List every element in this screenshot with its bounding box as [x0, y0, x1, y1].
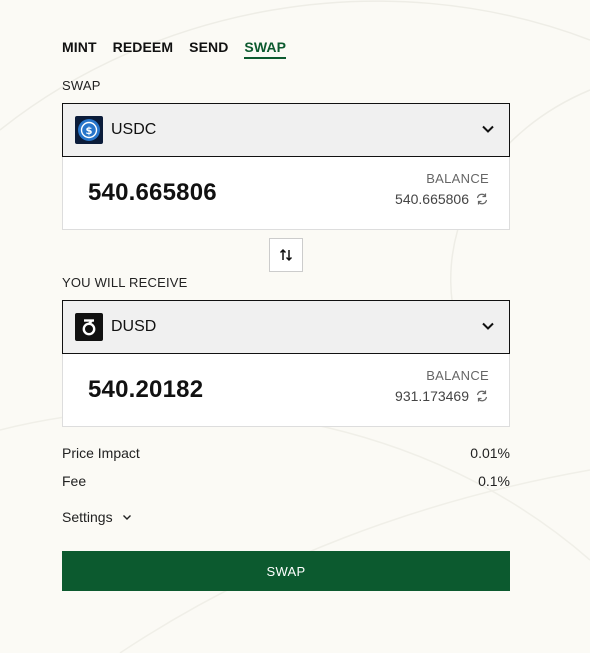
settings-toggle[interactable]: Settings [62, 509, 133, 525]
to-balance-label: BALANCE [426, 368, 489, 383]
to-amount-value: 540.20182 [88, 376, 204, 403]
to-token-select[interactable]: DUSD [62, 300, 510, 354]
tab-redeem[interactable]: REDEEM [113, 39, 174, 59]
price-impact-row: Price Impact 0.01% [62, 445, 510, 461]
tab-swap[interactable]: SWAP [244, 39, 287, 59]
dusd-logo-icon [75, 313, 103, 341]
to-section-label: YOU WILL RECEIVE [62, 275, 188, 290]
to-balance-value: 931.173469 [395, 388, 469, 404]
tab-mint[interactable]: MINT [62, 39, 97, 59]
price-impact-label: Price Impact [62, 445, 140, 461]
settings-label: Settings [62, 509, 113, 525]
from-amount-box: 540.665806 BALANCE 540.665806 [62, 157, 510, 230]
to-token-name: DUSD [111, 318, 157, 335]
swap-arrows-icon [279, 248, 293, 262]
fee-value: 0.1% [478, 473, 510, 489]
from-token-select[interactable]: $ USDC [62, 103, 510, 157]
to-balance-row: 931.173469 [395, 388, 489, 404]
chevron-down-icon [122, 515, 131, 520]
swap-button[interactable]: SWAP [62, 551, 510, 591]
to-amount-box: 540.20182 BALANCE 931.173469 [62, 354, 510, 427]
svg-text:$: $ [86, 126, 93, 137]
refresh-icon[interactable] [475, 192, 489, 206]
from-balance-row: 540.665806 [395, 191, 489, 207]
swap-direction-button[interactable] [269, 238, 303, 272]
fee-row: Fee 0.1% [62, 473, 510, 489]
from-balance-value: 540.665806 [395, 191, 469, 207]
from-token-name: USDC [111, 121, 157, 138]
fee-label: Fee [62, 473, 87, 489]
from-amount-input[interactable]: 540.665806 [88, 179, 217, 207]
usdc-logo-icon: $ [75, 116, 103, 144]
chevron-down-icon [482, 322, 494, 330]
tab-send[interactable]: SEND [189, 39, 228, 59]
mode-tabs: MINT REDEEM SEND SWAP [62, 39, 287, 59]
chevron-down-icon [482, 125, 494, 133]
refresh-icon[interactable] [475, 389, 489, 403]
from-balance-label: BALANCE [426, 171, 489, 186]
price-impact-value: 0.01% [470, 445, 510, 461]
from-section-label: SWAP [62, 78, 101, 93]
